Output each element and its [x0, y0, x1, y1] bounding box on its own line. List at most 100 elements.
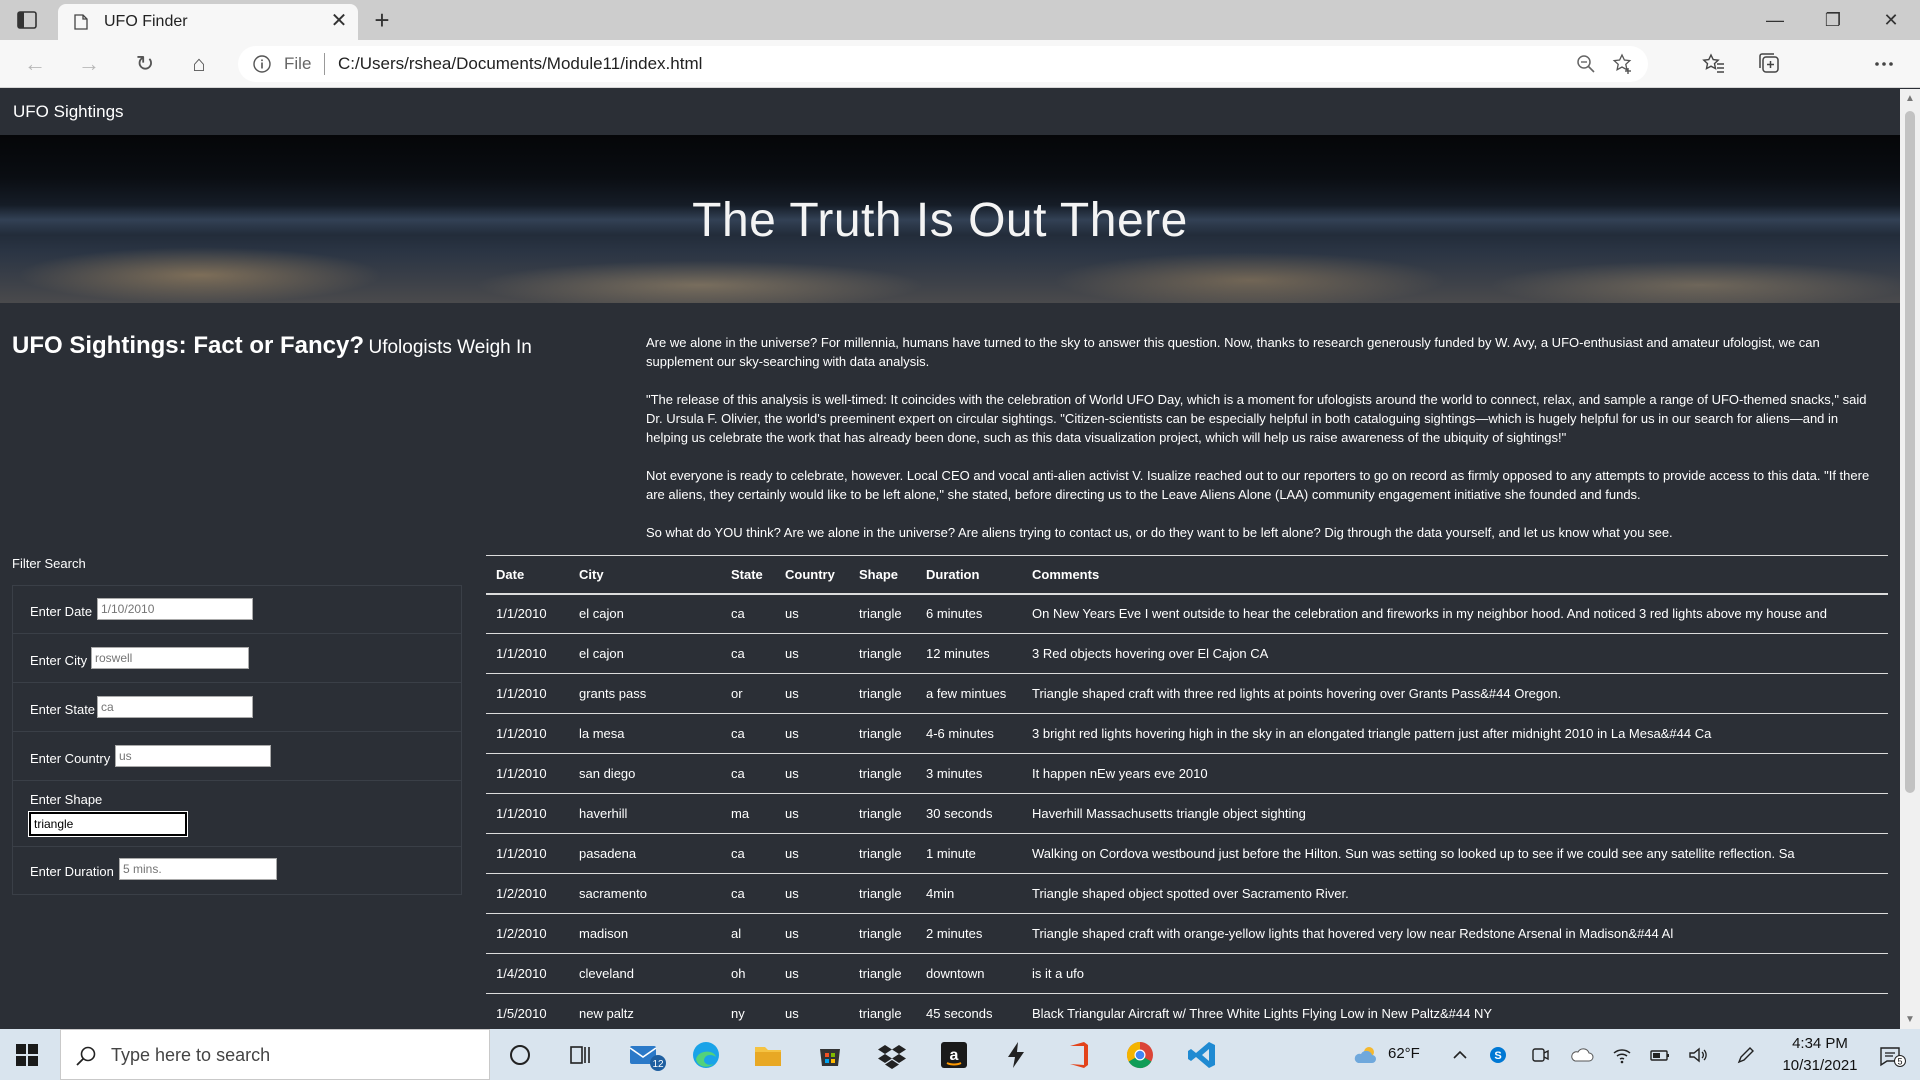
navbar-brand[interactable]: UFO Sightings [13, 102, 124, 122]
column-header-country: Country [785, 566, 835, 582]
cell-duration: 45 seconds [926, 1006, 993, 1021]
cell-date: 1/1/2010 [496, 726, 547, 741]
scroll-up-arrow[interactable]: ▲ [1905, 93, 1915, 104]
add-favorite-icon[interactable] [1612, 53, 1634, 75]
amazon-icon[interactable]: a [938, 1039, 970, 1071]
back-button[interactable]: ← [18, 48, 52, 80]
refresh-button[interactable]: ↻ [128, 48, 162, 80]
page-headline: UFO Sightings: Fact or Fancy? Ufologists… [12, 332, 532, 360]
meet-now-icon[interactable] [1530, 1045, 1550, 1065]
browser-tab-bar: UFO Finder ✕ + — ❐ ✕ [0, 0, 1920, 40]
office-icon[interactable] [1062, 1039, 1094, 1071]
scroll-down-arrow[interactable]: ▼ [1905, 1014, 1915, 1025]
cell-shape: triangle [859, 766, 902, 781]
zoom-icon[interactable] [1576, 54, 1596, 74]
more-menu-icon[interactable] [1872, 52, 1896, 76]
show-hidden-icons-chevron-up-icon[interactable] [1450, 1045, 1470, 1065]
shape-input[interactable] [28, 811, 188, 837]
cell-comments: Walking on Cordova westbound just before… [1032, 846, 1795, 861]
cell-date: 1/4/2010 [496, 966, 547, 981]
city-input[interactable] [91, 647, 249, 669]
column-header-shape: Shape [859, 566, 899, 582]
svg-text:a: a [950, 1047, 959, 1064]
cell-comments: 3 bright red lights hovering high in the… [1032, 726, 1712, 741]
cell-date: 1/2/2010 [496, 926, 547, 941]
close-window-button[interactable]: ✕ [1862, 0, 1920, 40]
windows-start-icon[interactable] [16, 1044, 38, 1066]
cell-shape: triangle [859, 1006, 902, 1021]
forward-button[interactable]: → [72, 48, 106, 80]
cell-date: 1/1/2010 [496, 766, 547, 781]
edge-browser-icon[interactable] [690, 1039, 722, 1071]
file-explorer-icon[interactable] [752, 1039, 784, 1071]
url-field[interactable]: File C:/Users/rshea/Documents/Module11/i… [238, 46, 1648, 82]
cell-duration: 3 minutes [926, 766, 983, 781]
cell-country: us [785, 1006, 799, 1021]
tab-actions-icon[interactable] [16, 9, 38, 31]
pen-icon[interactable] [1736, 1045, 1756, 1065]
bolt-app-icon[interactable] [1000, 1039, 1032, 1071]
battery-icon[interactable] [1650, 1045, 1670, 1065]
task-view-icon[interactable] [564, 1039, 596, 1071]
microsoft-store-icon[interactable] [814, 1039, 846, 1071]
duration-label: Enter Duration [30, 864, 114, 879]
wifi-icon[interactable] [1612, 1045, 1632, 1065]
chrome-icon[interactable] [1124, 1039, 1156, 1071]
cell-city: san diego [579, 766, 636, 781]
scrollbar-thumb[interactable] [1905, 111, 1915, 793]
page-scrollbar[interactable]: ▲ ▼ [1900, 89, 1920, 1029]
minimize-button[interactable]: — [1746, 0, 1804, 40]
table-row: 1/1/2010 el cajon ca us triangle 6 minutes On … [486, 594, 1888, 634]
filter-row-city: Enter City [13, 634, 461, 683]
cell-city: el cajon [579, 646, 624, 661]
browser-tab[interactable]: UFO Finder ✕ [58, 4, 358, 40]
home-button[interactable]: ⌂ [182, 48, 216, 80]
cell-shape: triangle [859, 646, 902, 661]
cell-comments: Haverhill Massachusetts triangle object … [1032, 806, 1306, 821]
info-icon[interactable] [252, 54, 272, 74]
cell-shape: triangle [859, 966, 902, 981]
cell-country: us [785, 926, 799, 941]
cell-city: cleveland [579, 966, 634, 981]
cell-city: la mesa [579, 726, 625, 741]
taskbar-search-box[interactable]: Type here to search [60, 1029, 490, 1080]
collections-icon[interactable] [1758, 52, 1782, 76]
onedrive-cloud-icon[interactable] [1570, 1045, 1594, 1065]
volume-icon[interactable] [1688, 1045, 1708, 1065]
vscode-icon[interactable] [1186, 1039, 1218, 1071]
column-header-duration: Duration [926, 566, 980, 582]
weather-cloud-icon[interactable] [1352, 1045, 1380, 1065]
article-paragraph: Not everyone is ready to celebrate, howe… [646, 468, 1870, 502]
headline-sub: Ufologists Weigh In [368, 337, 532, 358]
table-row: 1/2/2010 sacramento ca us triangle 4min Triang… [486, 874, 1888, 914]
column-header-city: City [579, 566, 604, 582]
weather-temperature[interactable]: 62°F [1388, 1045, 1420, 1062]
state-input[interactable] [97, 696, 253, 718]
close-tab-icon[interactable]: ✕ [328, 10, 350, 32]
cell-country: us [785, 766, 799, 781]
state-label: Enter State [30, 702, 96, 717]
table-row: 1/1/2010 san diego ca us triangle 3 minutes It… [486, 754, 1888, 794]
cell-state: ca [731, 726, 745, 741]
clock-date[interactable]: 10/31/2021 [1770, 1057, 1870, 1074]
favorites-icon[interactable] [1702, 52, 1726, 76]
country-input[interactable] [115, 745, 271, 767]
cell-state: ca [731, 606, 745, 622]
table-row: 1/4/2010 cleveland oh us triangle downtown is … [486, 954, 1888, 994]
duration-input[interactable] [119, 858, 277, 880]
new-tab-button[interactable]: + [368, 6, 396, 34]
cell-country: us [785, 606, 799, 622]
mail-icon[interactable]: 12 [628, 1039, 666, 1071]
notification-center-icon[interactable]: 5 [1878, 1045, 1906, 1067]
date-input[interactable] [97, 598, 253, 620]
clock-time[interactable]: 4:34 PM [1774, 1035, 1866, 1052]
cell-shape: triangle [859, 846, 902, 861]
cell-comments: 3 Red objects hovering over El Cajon CA [1032, 646, 1269, 661]
column-header-date: Date [496, 566, 525, 582]
dropbox-icon[interactable] [876, 1039, 908, 1071]
skype-icon[interactable]: S [1488, 1045, 1508, 1065]
hero-title: The Truth Is Out There [692, 194, 1188, 247]
cell-duration: 4min [926, 886, 955, 901]
cortana-icon[interactable] [504, 1039, 536, 1071]
restore-button[interactable]: ❐ [1804, 0, 1862, 40]
